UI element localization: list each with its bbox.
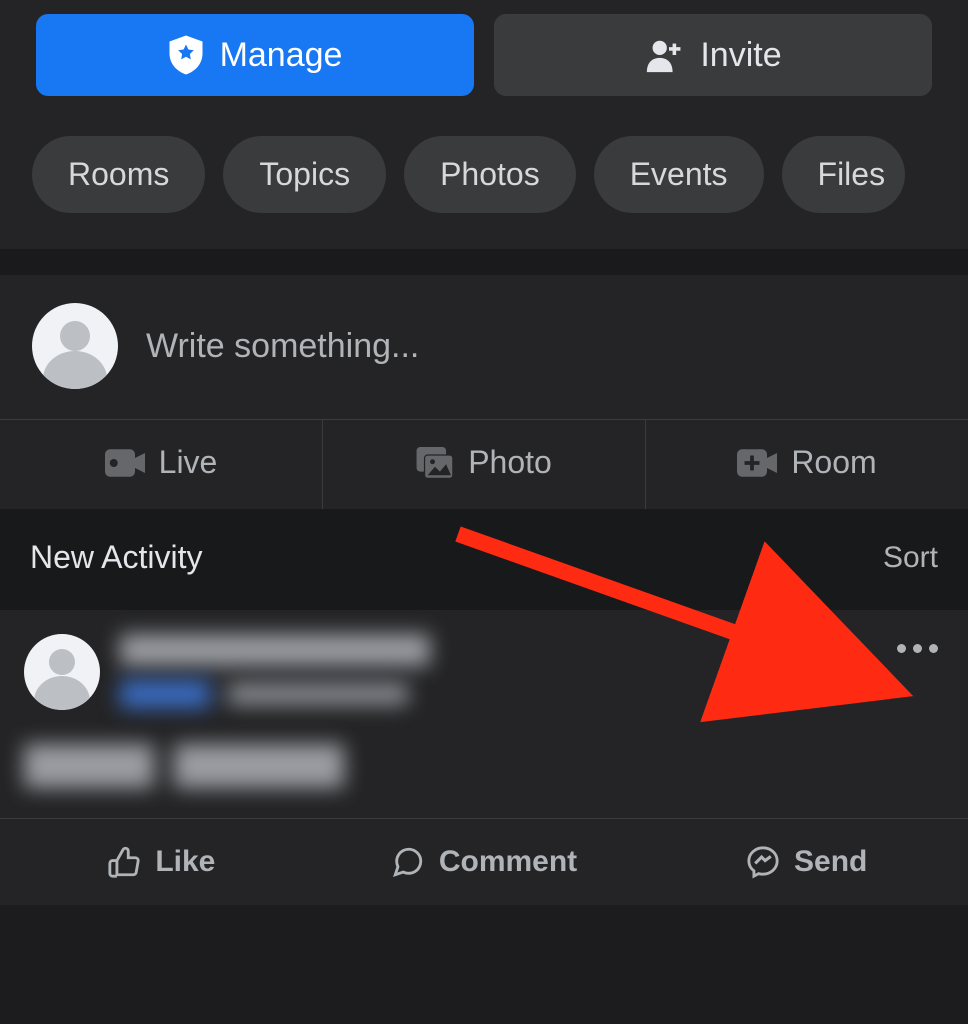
shield-star-icon <box>168 35 204 75</box>
section-divider <box>0 249 968 275</box>
send-button[interactable]: Send <box>645 819 968 905</box>
live-video-icon <box>105 448 145 478</box>
room-video-icon <box>737 448 777 478</box>
photo-stack-icon <box>416 447 454 479</box>
nav-tabs-row: Rooms Topics Photos Events Files <box>0 118 968 249</box>
activity-heading: New Activity <box>30 539 202 576</box>
invite-button[interactable]: Invite <box>494 14 932 96</box>
like-label: Like <box>155 845 215 879</box>
post-avatar-icon[interactable] <box>24 634 100 710</box>
thumbs-up-icon <box>107 845 141 879</box>
composer-row[interactable]: Write something... <box>0 275 968 419</box>
invite-label: Invite <box>700 36 781 75</box>
post-more-options-button[interactable] <box>891 638 944 659</box>
post-content-redacted <box>24 744 944 788</box>
nav-topics[interactable]: Topics <box>223 136 386 213</box>
post-card: Like Comment Send <box>0 610 968 905</box>
room-label: Room <box>791 444 876 481</box>
live-label: Live <box>159 444 218 481</box>
post-header <box>24 634 944 710</box>
comment-button[interactable]: Comment <box>323 819 646 905</box>
post-meta-redacted <box>120 680 430 708</box>
nav-rooms[interactable]: Rooms <box>32 136 205 213</box>
photo-label: Photo <box>468 444 552 481</box>
nav-photos[interactable]: Photos <box>404 136 576 213</box>
composer-actions: Live Photo Room <box>0 419 968 509</box>
messenger-icon <box>746 845 780 879</box>
sort-button[interactable]: Sort <box>883 541 938 575</box>
nav-files[interactable]: Files <box>782 136 906 213</box>
like-button[interactable]: Like <box>0 819 323 905</box>
photo-button[interactable]: Photo <box>322 420 645 509</box>
person-plus-icon <box>644 37 684 73</box>
comment-bubble-icon <box>391 845 425 879</box>
activity-header: New Activity Sort <box>0 509 968 610</box>
send-label: Send <box>794 845 867 879</box>
manage-label: Manage <box>220 36 343 75</box>
top-button-row: Manage Invite <box>0 0 968 118</box>
post-actions-row: Like Comment Send <box>0 818 968 905</box>
manage-button[interactable]: Manage <box>36 14 474 96</box>
post-author-name-redacted <box>120 634 430 666</box>
avatar-icon <box>32 303 118 389</box>
composer-placeholder: Write something... <box>146 327 419 366</box>
room-button[interactable]: Room <box>645 420 968 509</box>
nav-events[interactable]: Events <box>594 136 764 213</box>
post-author-block <box>120 634 430 708</box>
live-button[interactable]: Live <box>0 420 322 509</box>
comment-label: Comment <box>439 845 577 879</box>
